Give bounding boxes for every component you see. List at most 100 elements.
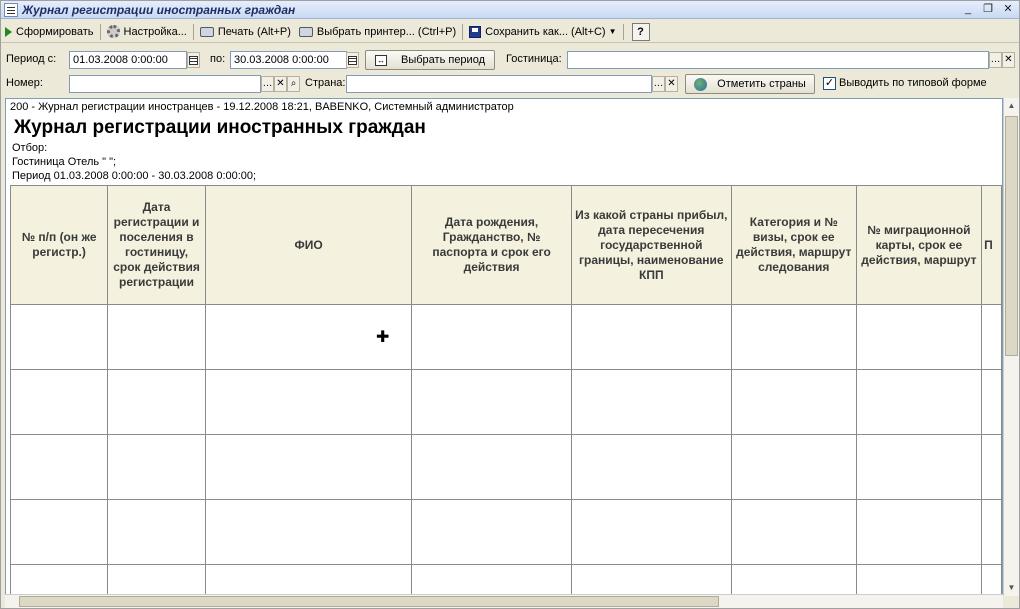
toolbar-separator xyxy=(622,23,624,40)
table-cell[interactable] xyxy=(570,434,732,500)
table-cell[interactable] xyxy=(411,499,572,565)
vertical-scrollbar[interactable]: ▲ ▼ xyxy=(1003,98,1019,596)
table-cell[interactable] xyxy=(730,304,857,370)
table-cell[interactable] xyxy=(107,304,206,370)
minimize-button[interactable]: _ xyxy=(961,2,975,16)
table-cell[interactable] xyxy=(107,369,206,435)
search-icon[interactable]: ⌕ xyxy=(287,76,300,92)
period-arrows-icon: ↔ xyxy=(375,54,387,66)
table-cell[interactable] xyxy=(730,499,857,565)
table-cell[interactable] xyxy=(9,434,109,500)
mark-countries-button[interactable]: Отметить страны xyxy=(685,74,815,94)
table-cell[interactable] xyxy=(107,499,206,565)
table-cell[interactable] xyxy=(855,369,983,435)
table-cell[interactable] xyxy=(730,564,857,595)
number-input[interactable] xyxy=(69,75,261,93)
vertical-scroll-thumb[interactable] xyxy=(1005,116,1018,356)
column-header: ФИО xyxy=(204,185,413,305)
table-cell[interactable] xyxy=(730,434,857,500)
table-cell[interactable] xyxy=(570,369,732,435)
country-clear-button[interactable]: ✕ xyxy=(665,76,678,92)
table-cell[interactable] xyxy=(411,304,572,370)
table-cell[interactable] xyxy=(570,499,732,565)
table-cell[interactable] xyxy=(981,499,1002,565)
table-cell[interactable] xyxy=(204,564,413,595)
hotel-clear-button[interactable]: ✕ xyxy=(1002,52,1015,68)
table-cell[interactable] xyxy=(411,434,572,500)
hotel-label: Гостиница: xyxy=(506,53,562,65)
period-from-calendar-button[interactable] xyxy=(187,52,200,68)
standard-form-label: Выводить по типовой форме xyxy=(839,77,987,89)
number-select-button[interactable]: … xyxy=(261,76,274,92)
document-icon xyxy=(4,2,18,17)
period-to-label: по: xyxy=(210,53,226,65)
table-cell[interactable] xyxy=(411,564,572,595)
table-cell[interactable] xyxy=(855,304,983,370)
table-cell[interactable] xyxy=(570,564,732,595)
period-from-input[interactable]: 01.03.2008 0:00:00 xyxy=(69,51,187,69)
country-input[interactable] xyxy=(346,75,652,93)
table-cell[interactable] xyxy=(570,304,732,370)
period-from-label: Период с: xyxy=(6,53,57,65)
printer-icon xyxy=(199,26,214,37)
standard-form-checkbox[interactable]: ✓ xyxy=(823,77,836,90)
choose-printer-button[interactable]: Выбрать принтер... (Ctrl+P) xyxy=(295,22,460,42)
print-button[interactable]: Печать (Alt+P) xyxy=(196,22,295,42)
choose-period-button[interactable]: ↔ Выбрать период xyxy=(365,50,495,70)
horizontal-scroll-thumb[interactable] xyxy=(19,596,719,607)
scroll-up-icon[interactable]: ▲ xyxy=(1005,99,1018,113)
table-cell[interactable] xyxy=(411,369,572,435)
column-header: Дата регистрации и поселения в гостиницу… xyxy=(107,185,206,305)
period-to-input[interactable]: 30.03.2008 0:00:00 xyxy=(230,51,347,69)
table-cell[interactable] xyxy=(855,434,983,500)
settings-button[interactable]: Настройка... xyxy=(103,22,191,42)
table-cell[interactable] xyxy=(9,499,109,565)
save-as-label: Сохранить как... (Alt+C) xyxy=(485,25,606,38)
restore-button[interactable]: ❐ xyxy=(981,2,995,16)
period-to-calendar-button[interactable] xyxy=(346,52,359,68)
table-row xyxy=(9,369,1002,435)
form-button-label: Сформировать xyxy=(16,25,94,38)
floppy-disk-icon xyxy=(469,25,482,38)
toolbar: Сформировать Настройка... Печать (Alt+P)… xyxy=(1,21,1019,43)
table-cell[interactable] xyxy=(981,564,1002,595)
toolbar-separator xyxy=(192,23,194,40)
calendar-icon xyxy=(348,55,357,65)
settings-button-label: Настройка... xyxy=(123,25,187,38)
save-as-button[interactable]: Сохранить как... (Alt+C) ▼ xyxy=(465,22,620,42)
hotel-input[interactable] xyxy=(567,51,989,69)
hotel-select-button[interactable]: … xyxy=(989,52,1002,68)
table-cell[interactable] xyxy=(9,369,109,435)
country-select-button[interactable]: … xyxy=(652,76,665,92)
table-cell[interactable] xyxy=(9,304,109,370)
table-cell[interactable] xyxy=(981,369,1002,435)
toolbar-separator xyxy=(462,23,464,40)
table-cell[interactable] xyxy=(855,499,983,565)
title-bar: Журнал регистрации иностранных граждан _… xyxy=(1,1,1019,19)
close-button[interactable]: ✕ xyxy=(1001,2,1015,16)
horizontal-scrollbar[interactable] xyxy=(5,594,1003,608)
table-cell[interactable] xyxy=(730,369,857,435)
dropdown-arrow-icon[interactable]: ▼ xyxy=(609,27,617,36)
table-cell[interactable] xyxy=(9,564,109,595)
table-cell[interactable] xyxy=(981,304,1002,370)
table-cell[interactable] xyxy=(204,499,413,565)
column-header: Дата рождения, Гражданство, № паспорта и… xyxy=(411,185,572,305)
scroll-down-icon[interactable]: ▼ xyxy=(1005,581,1018,595)
table-cell[interactable] xyxy=(107,564,206,595)
choose-period-label: Выбрать период xyxy=(401,54,485,66)
report-filter-label: Отбор: xyxy=(12,142,48,154)
app-window: Журнал регистрации иностранных граждан _… xyxy=(0,0,1020,609)
report-table: № п/п (он же регистр.) Дата регистрации … xyxy=(9,185,1002,595)
number-clear-button[interactable]: ✕ xyxy=(274,76,287,92)
table-cell[interactable] xyxy=(204,434,413,500)
table-cell[interactable] xyxy=(855,564,983,595)
table-cell[interactable] xyxy=(981,434,1002,500)
table-cell[interactable] xyxy=(107,434,206,500)
mark-countries-label: Отметить страны xyxy=(717,78,806,90)
table-cell[interactable] xyxy=(204,369,413,435)
table-header-row: № п/п (он же регистр.) Дата регистрации … xyxy=(9,185,1002,305)
report-period-line: Период 01.03.2008 0:00:00 - 30.03.2008 0… xyxy=(12,170,257,182)
help-button[interactable]: ? xyxy=(631,22,650,41)
form-button[interactable]: Сформировать xyxy=(1,22,98,42)
